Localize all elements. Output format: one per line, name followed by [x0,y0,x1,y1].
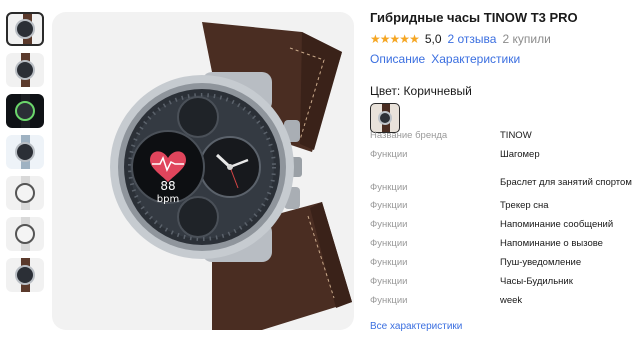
product-title: Гибридные часы TINOW T3 PRO [370,10,578,25]
spec-key: Функции [370,276,408,287]
spec-row: Название бренда TINOW [370,127,636,146]
star-icon: ★ [379,31,391,46]
heart-rate-value: 88 [160,179,176,193]
spec-key: Функции [370,238,408,249]
spec-key: Функции [370,149,408,160]
star-icon: ★ [370,31,381,46]
spec-value: week [500,295,523,306]
spec-row: Функции Трекер сна [370,197,636,216]
thumbnail-3[interactable] [6,94,44,128]
rating-score: 5,0 [424,31,442,46]
bought-count: 2 купили [502,31,551,46]
reviews-link[interactable]: 2 отзыва [448,32,497,46]
spec-key: Название бренда [370,130,448,141]
tab-description[interactable]: Описание [370,52,425,66]
rating-row: ★ ★ ★ ★ ★ 5,0 2 отзыва 2 купили [370,31,636,46]
thumbnail-7[interactable] [6,258,44,292]
product-tabs: Описание Характеристики [370,52,636,66]
watch-illustration [110,22,352,330]
spec-key: Функции [370,219,408,230]
spec-value: Часы-Будильник [500,276,573,287]
thumbnail-gallery [6,12,44,299]
thumbnail-6[interactable] [6,217,44,251]
color-label: Цвет: Коричневый [370,84,472,98]
product-info: Гибридные часы TINOW T3 PRO ★ ★ ★ ★ ★ 5,… [370,10,636,133]
thumbnail-5[interactable] [6,176,44,210]
spec-row: Функции Часы-Будильник [370,273,636,292]
spec-row: Функции week [370,292,636,311]
spec-key: Функции [370,257,408,268]
spec-key: Функции [370,200,408,211]
spec-row: Функции Напоминание сообщений [370,216,636,235]
star-icon: ★ [409,31,420,46]
tab-specifications[interactable]: Характеристики [431,52,520,66]
star-icon: ★ [399,31,410,46]
thumbnail-2[interactable] [6,53,44,87]
spec-row: Функции Пуш-уведомление [370,254,636,273]
star-icon: ★ [389,31,401,46]
spec-value: Напоминание сообщений [500,219,614,230]
spec-key: Функции [370,182,408,193]
spec-row: Функции Напоминание о вызове [370,235,636,254]
rating-stars: ★ ★ ★ ★ ★ [370,31,420,46]
spec-value: Напоминание о вызове [500,238,603,249]
product-main-image[interactable]: 88 bpm [52,12,354,330]
spec-row: Функции Браслет для занятий спортом [370,165,636,197]
thumbnail-1[interactable] [6,12,44,46]
spec-value: Браслет для занятий спортом [500,176,632,188]
spec-row: Функции Шагомер [370,146,636,165]
spec-key: Функции [370,295,408,306]
all-specs-link[interactable]: Все характеристики [370,321,462,332]
heart-rate-unit: bpm [156,194,180,205]
spec-value: Трекер сна [500,200,549,211]
thumbnail-4[interactable] [6,135,44,169]
spec-value: Пуш-уведомление [500,257,582,268]
specs-table: Название бренда TINOW Функции Шагомер Фу… [370,127,636,311]
spec-value: TINOW [500,130,532,141]
spec-value: Шагомер [500,149,540,160]
